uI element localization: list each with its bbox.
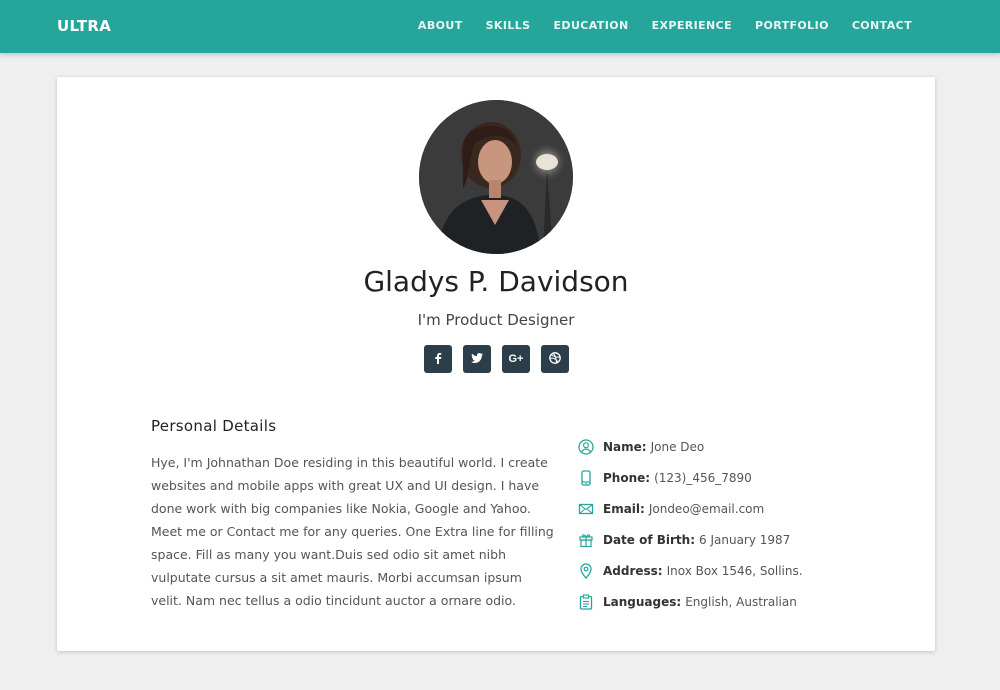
brand-logo[interactable]: ULTRA bbox=[57, 17, 111, 35]
twitter-icon bbox=[471, 352, 483, 366]
twitter-button[interactable] bbox=[463, 345, 491, 373]
nav-link-education[interactable]: EDUCATION bbox=[554, 19, 629, 32]
map-pin-icon bbox=[577, 562, 595, 580]
clipboard-icon bbox=[577, 593, 595, 611]
google-plus-button[interactable]: G+ bbox=[502, 345, 530, 373]
detail-languages-label: Languages: bbox=[603, 594, 682, 609]
detail-email-value[interactable]: Jondeo@email.com bbox=[649, 502, 764, 516]
detail-email: Email: Jondeo@email.com bbox=[577, 493, 877, 524]
avatar-photo bbox=[419, 100, 573, 254]
personal-details-title: Personal Details bbox=[151, 417, 277, 435]
nav-link-contact[interactable]: CONTACT bbox=[852, 19, 912, 32]
detail-name: Name: Jone Deo bbox=[577, 431, 877, 462]
nav-link-skills[interactable]: SKILLS bbox=[486, 19, 531, 32]
detail-dob-value: 6 January 1987 bbox=[699, 532, 791, 547]
nav-links: ABOUT SKILLS EDUCATION EXPERIENCE PORTFO… bbox=[418, 19, 912, 32]
profile-role: I'm Product Designer bbox=[417, 311, 575, 329]
facebook-button[interactable] bbox=[424, 345, 452, 373]
profile-card: Gladys P. Davidson I'm Product Designer … bbox=[57, 77, 935, 651]
detail-name-label: Name: bbox=[603, 439, 647, 454]
email-icon bbox=[577, 500, 595, 518]
facebook-icon bbox=[433, 352, 443, 367]
detail-dob: Date of Birth: 6 January 1987 bbox=[577, 524, 877, 555]
details-list: Name: Jone Deo Phone: (123)_456_7890 Ema… bbox=[577, 431, 877, 617]
google-plus-icon: G+ bbox=[508, 353, 524, 365]
detail-address-value: Inox Box 1546, Sollins. bbox=[666, 563, 803, 578]
detail-address: Address: Inox Box 1546, Sollins. bbox=[577, 555, 877, 586]
detail-languages-value: English, Australian bbox=[685, 594, 797, 609]
detail-languages: Languages: English, Australian bbox=[577, 586, 877, 617]
detail-name-value: Jone Deo bbox=[650, 439, 705, 454]
dribbble-button[interactable] bbox=[541, 345, 569, 373]
detail-dob-label: Date of Birth: bbox=[603, 532, 696, 547]
avatar bbox=[419, 100, 573, 254]
detail-phone-value: (123)_456_7890 bbox=[654, 470, 752, 485]
detail-phone-label: Phone: bbox=[603, 470, 651, 485]
phone-icon bbox=[577, 469, 595, 487]
gift-icon bbox=[577, 531, 595, 549]
detail-address-label: Address: bbox=[603, 563, 663, 578]
nav-link-about[interactable]: ABOUT bbox=[418, 19, 463, 32]
nav-link-portfolio[interactable]: PORTFOLIO bbox=[755, 19, 829, 32]
user-icon bbox=[577, 438, 595, 456]
profile-name: Gladys P. Davidson bbox=[363, 265, 629, 298]
top-navbar: ULTRA ABOUT SKILLS EDUCATION EXPERIENCE … bbox=[0, 0, 1000, 53]
dribbble-icon bbox=[549, 351, 561, 367]
bio-text: Hye, I'm Johnathan Doe residing in this … bbox=[151, 455, 554, 608]
social-links: G+ bbox=[424, 345, 569, 373]
nav-link-experience[interactable]: EXPERIENCE bbox=[652, 19, 732, 32]
detail-phone: Phone: (123)_456_7890 bbox=[577, 462, 877, 493]
detail-email-label: Email: bbox=[603, 501, 645, 516]
